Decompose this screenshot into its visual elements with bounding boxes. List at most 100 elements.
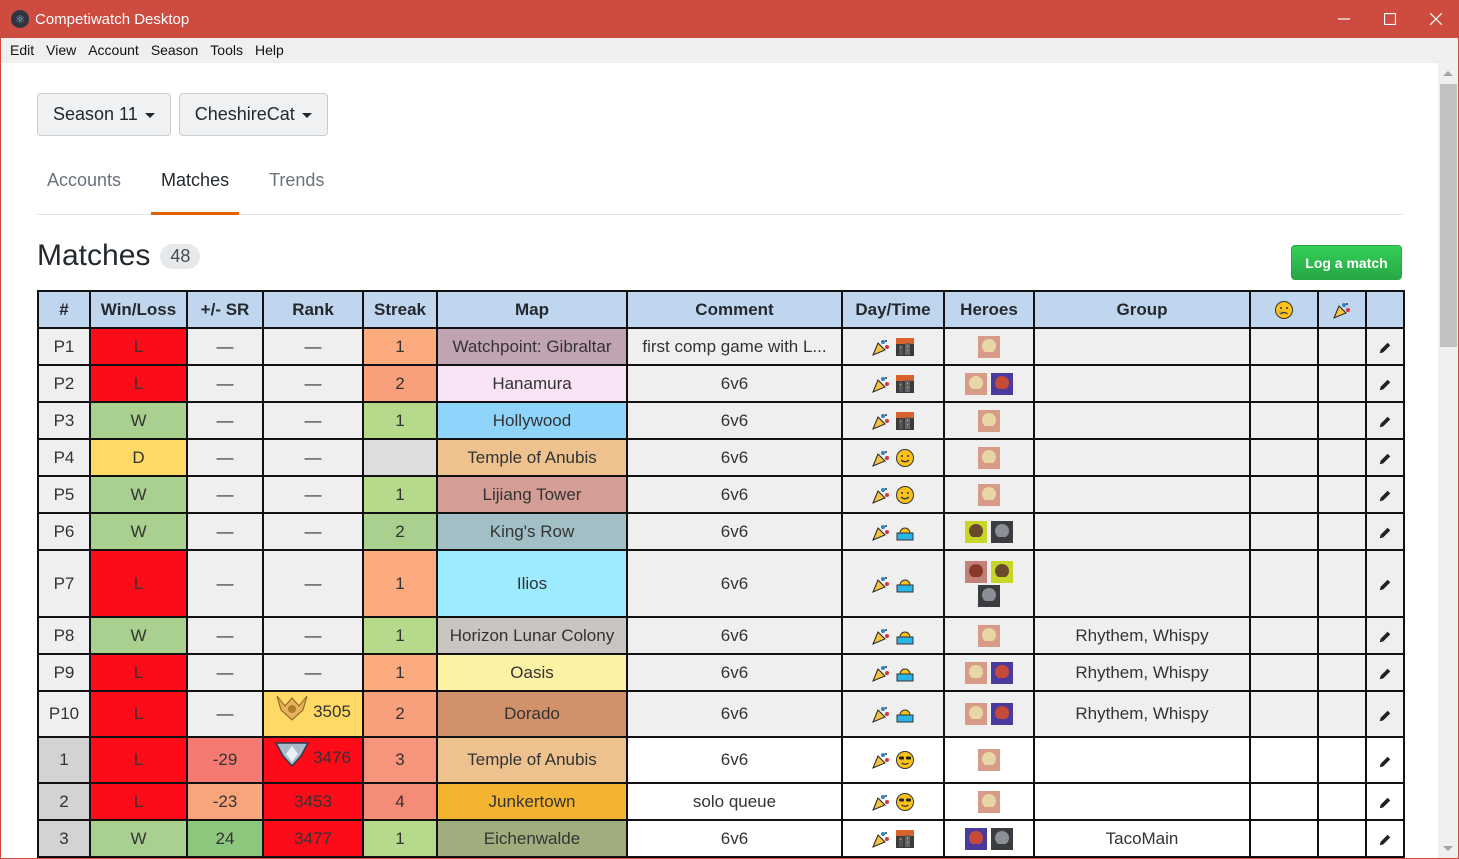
comment-cell: 6v6 — [626, 401, 843, 440]
scroll-down-button[interactable] — [1438, 838, 1458, 858]
edit-cell[interactable] — [1365, 782, 1405, 821]
rank-value: 3476 — [313, 747, 351, 767]
streak-cell: 1 — [362, 653, 438, 692]
edit-cell[interactable] — [1365, 549, 1405, 618]
vertical-scrollbar[interactable] — [1438, 63, 1458, 858]
log-match-button[interactable]: Log a match — [1291, 245, 1402, 280]
maximize-button[interactable] — [1367, 0, 1413, 38]
table-row[interactable]: P1 L — —1 Watchpoint: Gibraltar first comp ga… — [37, 327, 1405, 366]
rank-cell: — — [262, 653, 364, 692]
col-win-loss: Win/Loss — [89, 290, 188, 329]
edit-cell[interactable] — [1365, 690, 1405, 738]
account-dropdown[interactable]: CheshireCat — [178, 93, 328, 136]
pencil-edit-icon[interactable] — [1378, 795, 1392, 809]
edit-cell[interactable] — [1365, 512, 1405, 551]
table-row[interactable]: 2 L -23 3453 4 Junkertown solo queue — [37, 782, 1405, 821]
menu-help[interactable]: Help — [249, 38, 290, 63]
season-dropdown[interactable]: Season 11 — [37, 93, 171, 136]
smiling-face-icon — [895, 448, 915, 468]
group-cell — [1033, 782, 1251, 821]
scroll-up-button[interactable] — [1438, 63, 1458, 83]
col-play-of-game — [1317, 290, 1367, 329]
comment-cell: 6v6 — [626, 616, 843, 655]
table-row[interactable]: P8 W — —1 Horizon Lunar Colony 6v6 Rhythem, Wh… — [37, 616, 1405, 655]
edit-cell[interactable] — [1365, 653, 1405, 692]
comment-cell: 6v6 — [626, 819, 843, 858]
group-cell — [1033, 438, 1251, 477]
menu-edit[interactable]: Edit — [4, 38, 40, 63]
edit-cell[interactable] — [1365, 401, 1405, 440]
sunrise-person-icon — [895, 522, 915, 542]
edit-cell[interactable] — [1365, 364, 1405, 403]
heroes-cell — [943, 401, 1035, 440]
pencil-edit-icon[interactable] — [1378, 451, 1392, 465]
table-row[interactable]: P10 L — 3505 2 Dorado 6v6 Rhythem, Whispy — [37, 690, 1405, 738]
play-of-game-cell — [1317, 690, 1367, 738]
streak-cell: 2 — [362, 690, 438, 738]
edit-cell[interactable] — [1365, 819, 1405, 858]
col-sr-change: +/- SR — [186, 290, 264, 329]
moira-hero-icon — [991, 703, 1013, 725]
party-popper-icon — [871, 522, 891, 542]
tab-trends[interactable]: Trends — [259, 160, 334, 214]
thrower-cell — [1249, 475, 1319, 514]
table-row[interactable]: P2 L — —2 Hanamura 6v6 — [37, 364, 1405, 403]
table-row[interactable]: 3 W 24 3477 1 Eichenwalde 6v6 TacoMain — [37, 819, 1405, 858]
edit-cell[interactable] — [1365, 736, 1405, 784]
pencil-edit-icon[interactable] — [1378, 340, 1392, 354]
match-number-cell: 3 — [37, 819, 91, 858]
pencil-edit-icon[interactable] — [1378, 525, 1392, 539]
edit-cell[interactable] — [1365, 475, 1405, 514]
map-cell: Hollywood — [436, 401, 628, 440]
comment-cell: 6v6 — [626, 364, 843, 403]
heroes-cell — [943, 475, 1035, 514]
table-row[interactable]: P5 W — —1 Lijiang Tower 6v6 — [37, 475, 1405, 514]
pencil-edit-icon[interactable] — [1378, 577, 1392, 591]
arrow-up-icon — [1443, 70, 1453, 76]
edit-cell[interactable] — [1365, 327, 1405, 366]
party-popper-icon — [871, 750, 891, 770]
tab-matches[interactable]: Matches — [151, 160, 240, 215]
day-time-cell — [841, 819, 945, 858]
rank-cell: — — [262, 401, 364, 440]
heroes-cell — [943, 782, 1035, 821]
party-popper-icon — [871, 337, 891, 357]
edit-cell[interactable] — [1365, 616, 1405, 655]
tab-accounts[interactable]: Accounts — [37, 160, 131, 214]
mercy-hero-icon — [978, 483, 1000, 506]
scroll-thumb[interactable] — [1440, 84, 1457, 347]
pencil-edit-icon[interactable] — [1378, 629, 1392, 643]
menu-season[interactable]: Season — [145, 38, 204, 63]
match-number-cell: P6 — [37, 512, 91, 551]
streak-cell: 4 — [362, 782, 438, 821]
table-row[interactable]: P6 W — —2 King's Row 6v6 — [37, 512, 1405, 551]
comment-cell: solo queue — [626, 782, 843, 821]
night-city-icon — [895, 411, 915, 431]
match-number-cell: 1 — [37, 736, 91, 784]
match-number-cell: P2 — [37, 364, 91, 403]
menu-tools[interactable]: Tools — [204, 38, 249, 63]
zenyatta-hero-icon — [978, 584, 1000, 607]
pencil-edit-icon[interactable] — [1378, 488, 1392, 502]
pencil-edit-icon[interactable] — [1378, 708, 1392, 722]
table-header-row: # Win/Loss +/- SR Rank Streak Map Commen… — [37, 290, 1405, 329]
comment-cell: first comp game with L... — [626, 327, 843, 366]
table-row[interactable]: 1 L -29 3476 3 Temple of Anubis 6v6 — [37, 736, 1405, 784]
pencil-edit-icon[interactable] — [1378, 377, 1392, 391]
table-row[interactable]: P7 L — —1 Ilios 6v6 — [37, 549, 1405, 618]
table-row[interactable]: P4 D — — Temple of Anubis 6v6 — [37, 438, 1405, 477]
pencil-edit-icon[interactable] — [1378, 832, 1392, 846]
pencil-edit-icon[interactable] — [1378, 666, 1392, 680]
table-row[interactable]: P9 L — —1 Oasis 6v6 Rhythem, Whispy — [37, 653, 1405, 692]
menu-account[interactable]: Account — [82, 38, 145, 63]
edit-cell[interactable] — [1365, 438, 1405, 477]
pencil-edit-icon[interactable] — [1378, 414, 1392, 428]
menu-view[interactable]: View — [40, 38, 82, 63]
table-row[interactable]: P3 W — —1 Hollywood 6v6 — [37, 401, 1405, 440]
sr-change-cell: — — [186, 616, 264, 655]
pencil-edit-icon[interactable] — [1378, 754, 1392, 768]
close-button[interactable] — [1413, 0, 1459, 38]
streak-cell: 1 — [362, 819, 438, 858]
streak-cell — [362, 438, 438, 477]
minimize-button[interactable] — [1321, 0, 1367, 38]
